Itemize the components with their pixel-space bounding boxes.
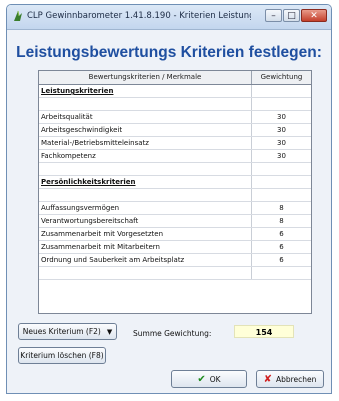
criterion-label[interactable]: Fachkompetenz	[41, 150, 249, 162]
close-button[interactable]: ✕	[301, 9, 327, 22]
weight-cell[interactable]	[252, 98, 311, 110]
table-row[interactable]: Verantwortungsbereitschaft 8	[39, 215, 311, 228]
weight-cell[interactable]: 6	[252, 228, 311, 240]
table-row[interactable]	[39, 163, 311, 176]
criterion-label[interactable]: Auffassungsvermögen	[41, 202, 249, 214]
new-criterion-button[interactable]: Neues Kriterium (F2) ▼	[18, 323, 117, 340]
table-row[interactable]: Ordnung und Sauberkeit am Arbeitsplatz 6	[39, 254, 311, 267]
criterion-label[interactable]	[41, 98, 249, 110]
criteria-table[interactable]: Bewertungskriterien / Merkmale Gewichtun…	[38, 70, 312, 314]
weight-cell[interactable]: 6	[252, 254, 311, 266]
criterion-label[interactable]: Zusammenarbeit mit Vorgesetzten	[41, 228, 249, 240]
weight-cell[interactable]	[252, 85, 311, 97]
column-header-weight[interactable]: Gewichtung	[252, 71, 311, 84]
weight-cell[interactable]: 30	[252, 150, 311, 162]
table-header: Bewertungskriterien / Merkmale Gewichtun…	[39, 71, 311, 85]
table-row[interactable]: Fachkompetenz 30	[39, 150, 311, 163]
weight-cell[interactable]	[252, 189, 311, 201]
new-criterion-label: Neues Kriterium (F2)	[22, 327, 101, 336]
weight-cell[interactable]: 6	[252, 241, 311, 253]
checkmark-icon: ✔	[197, 373, 206, 385]
delete-criterion-button[interactable]: Kriterium löschen (F8)	[18, 347, 106, 364]
category-label[interactable]: Leistungskriterien	[41, 85, 249, 97]
weight-cell[interactable]	[252, 176, 311, 188]
weight-cell[interactable]: 30	[252, 137, 311, 149]
maximize-icon: □	[287, 11, 296, 21]
ok-button[interactable]: ✔ OK	[171, 370, 247, 388]
table-row[interactable]	[39, 98, 311, 111]
weight-cell[interactable]	[252, 163, 311, 175]
table-row[interactable]: Zusammenarbeit mit Mitarbeitern 6	[39, 241, 311, 254]
weight-cell[interactable]: 8	[252, 202, 311, 214]
table-row[interactable]: Zusammenarbeit mit Vorgesetzten 6	[39, 228, 311, 241]
ok-label: OK	[209, 374, 221, 384]
table-row[interactable]	[39, 189, 311, 202]
weight-cell[interactable]: 8	[252, 215, 311, 227]
criterion-label[interactable]: Arbeitsgeschwindigkeit	[41, 124, 249, 136]
minimize-icon: –	[271, 11, 276, 21]
chevron-down-icon: ▼	[106, 327, 113, 336]
maximize-button[interactable]: □	[283, 9, 300, 22]
criterion-label[interactable]: Material-/Betriebsmitteleinsatz	[41, 137, 249, 149]
table-row[interactable]: Arbeitsgeschwindigkeit 30	[39, 124, 311, 137]
criterion-label[interactable]: Verantwortungsbereitschaft	[41, 215, 249, 227]
minimize-button[interactable]: –	[265, 9, 282, 22]
x-icon: ✘	[263, 373, 272, 385]
dialog-window: CLP Gewinnbarometer 1.41.8.190 - Kriteri…	[6, 4, 332, 394]
criterion-label[interactable]: Zusammenarbeit mit Mitarbeitern	[41, 241, 249, 253]
title-bar[interactable]: CLP Gewinnbarometer 1.41.8.190 - Kriteri…	[7, 5, 331, 30]
close-icon: ✕	[310, 11, 318, 21]
delete-criterion-label: Kriterium löschen (F8)	[20, 351, 104, 360]
window-title: CLP Gewinnbarometer 1.41.8.190 - Kriteri…	[27, 11, 251, 21]
weight-cell[interactable]	[252, 267, 311, 279]
table-row[interactable]: Arbeitsqualität 30	[39, 111, 311, 124]
sum-label: Summe Gewichtung:	[133, 329, 212, 338]
table-row[interactable]: Leistungskriterien	[39, 85, 311, 98]
criterion-label[interactable]	[41, 163, 249, 175]
criterion-label[interactable]	[41, 267, 249, 279]
cancel-label: Abbrechen	[275, 374, 317, 384]
app-icon	[14, 10, 22, 21]
page-title: Leistungsbewertungs Kriterien festlegen:	[16, 44, 322, 61]
criterion-label[interactable]: Ordnung und Sauberkeit am Arbeitsplatz	[41, 254, 249, 266]
column-header-criteria[interactable]: Bewertungskriterien / Merkmale	[39, 71, 252, 84]
dialog-client: Leistungsbewertungs Kriterien festlegen:…	[11, 30, 327, 390]
weight-cell[interactable]: 30	[252, 124, 311, 136]
table-row[interactable]	[39, 267, 311, 280]
table-row[interactable]: Auffassungsvermögen 8	[39, 202, 311, 215]
table-row[interactable]: Persönlichkeitskriterien	[39, 176, 311, 189]
sum-value: 154	[234, 325, 294, 338]
weight-cell[interactable]: 30	[252, 111, 311, 123]
category-label[interactable]: Persönlichkeitskriterien	[41, 176, 249, 188]
table-row[interactable]: Material-/Betriebsmitteleinsatz 30	[39, 137, 311, 150]
cancel-button[interactable]: ✘ Abbrechen	[256, 370, 324, 388]
criterion-label[interactable]: Arbeitsqualität	[41, 111, 249, 123]
criterion-label[interactable]	[41, 189, 249, 201]
